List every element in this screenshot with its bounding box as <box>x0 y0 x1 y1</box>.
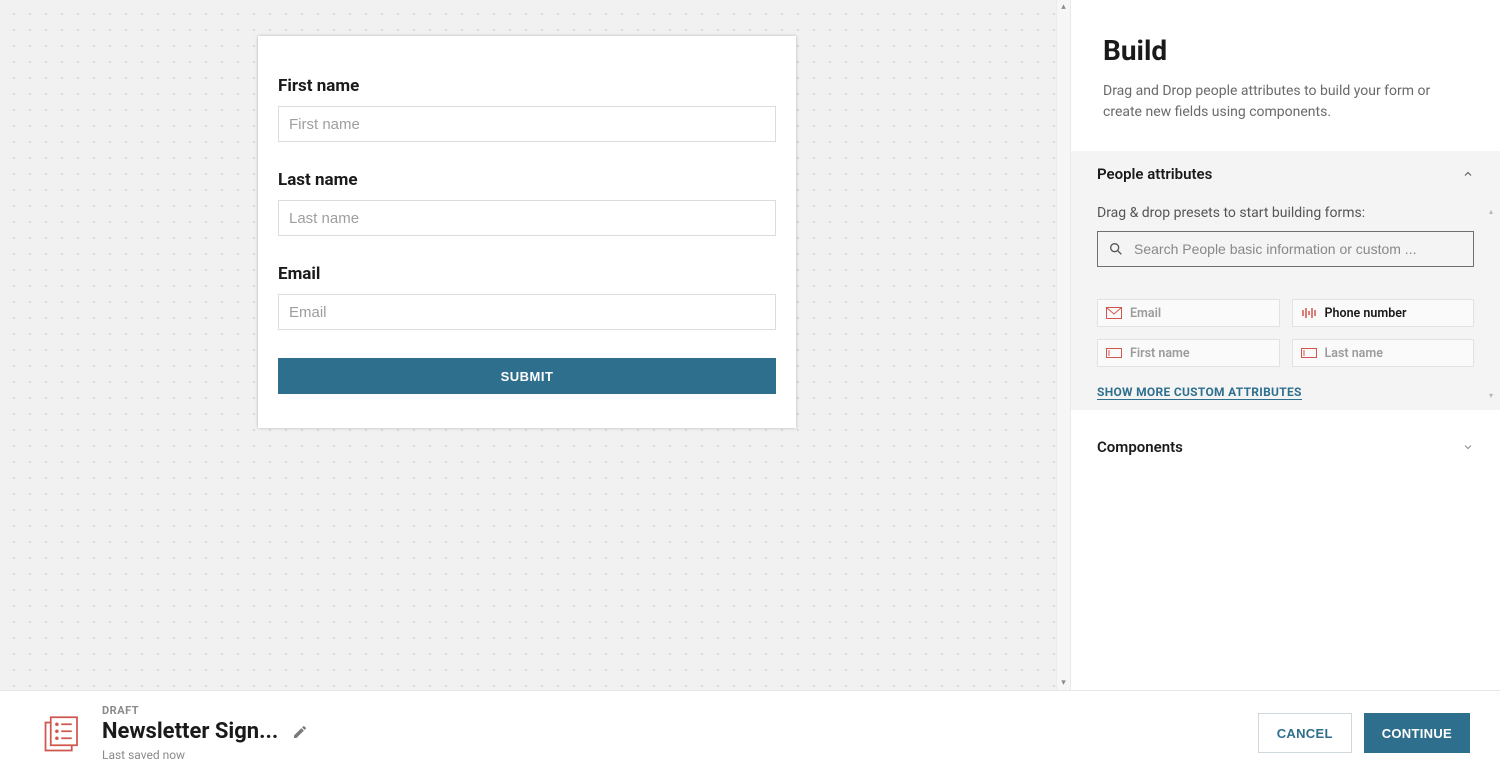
chevron-up-icon <box>1462 168 1474 180</box>
panel-scrollbar[interactable]: ▴▾ <box>1486 207 1496 400</box>
mail-icon <box>1106 307 1122 319</box>
accordion-components[interactable]: Components <box>1071 424 1500 470</box>
field-label: First name <box>278 76 776 96</box>
text-field-icon <box>1106 347 1122 359</box>
scroll-down-icon[interactable]: ▾ <box>1489 391 1493 400</box>
canvas-scrollbar[interactable]: ▴ ▾ <box>1056 0 1070 690</box>
attribute-search[interactable] <box>1097 231 1474 267</box>
scroll-up-icon[interactable]: ▴ <box>1057 0 1070 14</box>
edit-title-icon[interactable] <box>292 724 308 740</box>
bars-icon <box>1301 307 1317 319</box>
form-card[interactable]: First name Last name Email SUBMIT <box>258 36 796 428</box>
accordion-people-attributes[interactable]: People attributes <box>1071 151 1500 197</box>
search-icon <box>1108 241 1124 257</box>
form-canvas[interactable]: First name Last name Email SUBMIT ▴ ▾ <box>0 0 1070 690</box>
main-area: First name Last name Email SUBMIT ▴ ▾ <box>0 0 1500 690</box>
app-root: First name Last name Email SUBMIT ▴ ▾ <box>0 0 1500 775</box>
text-field-icon <box>1301 347 1317 359</box>
email-input[interactable] <box>278 294 776 330</box>
attributes-hint: Drag & drop presets to start building fo… <box>1097 205 1474 221</box>
preset-label: Last name <box>1325 346 1383 361</box>
continue-button[interactable]: CONTINUE <box>1364 713 1470 753</box>
footer-bar: DRAFT Newsletter Sign... Last saved now … <box>0 690 1500 775</box>
first-name-input[interactable] <box>278 106 776 142</box>
preset-first-name[interactable]: First name <box>1097 339 1280 367</box>
field-label: Last name <box>278 170 776 190</box>
form-field-email[interactable]: Email <box>278 264 776 330</box>
submit-button[interactable]: SUBMIT <box>278 358 776 394</box>
sidebar-subtitle: Drag and Drop people attributes to build… <box>1103 81 1468 123</box>
preset-label: First name <box>1130 346 1190 361</box>
footer-actions: CANCEL CONTINUE <box>1258 713 1470 753</box>
preset-email[interactable]: Email <box>1097 299 1280 327</box>
build-sidebar: Build Drag and Drop people attributes to… <box>1070 0 1500 690</box>
accordion-label: Components <box>1097 438 1183 456</box>
accordion-label: People attributes <box>1097 165 1212 183</box>
show-more-attributes-link[interactable]: SHOW MORE CUSTOM ATTRIBUTES <box>1097 385 1302 400</box>
draft-badge: DRAFT <box>102 704 308 717</box>
attribute-search-input[interactable] <box>1134 241 1463 257</box>
footer-left: DRAFT Newsletter Sign... Last saved now <box>42 704 308 762</box>
preset-phone-number[interactable]: Phone number <box>1292 299 1475 327</box>
sidebar-header: Build Drag and Drop people attributes to… <box>1071 0 1500 151</box>
form-title: Newsletter Sign... <box>102 719 278 744</box>
last-saved-text: Last saved now <box>102 748 308 762</box>
footer-meta: DRAFT Newsletter Sign... Last saved now <box>102 704 308 762</box>
scroll-down-icon[interactable]: ▾ <box>1057 676 1070 690</box>
title-row: Newsletter Sign... <box>102 719 308 744</box>
last-name-input[interactable] <box>278 200 776 236</box>
preset-grid: Email Phone number First name Last name <box>1097 299 1474 367</box>
people-attributes-panel: ▴▾ Drag & drop presets to start building… <box>1071 197 1500 410</box>
form-field-first-name[interactable]: First name <box>278 76 776 142</box>
field-label: Email <box>278 264 776 284</box>
chevron-down-icon <box>1462 441 1474 453</box>
preset-last-name[interactable]: Last name <box>1292 339 1475 367</box>
form-field-last-name[interactable]: Last name <box>278 170 776 236</box>
preset-label: Email <box>1130 306 1161 321</box>
scroll-up-icon[interactable]: ▴ <box>1489 207 1493 216</box>
preset-label: Phone number <box>1325 306 1407 321</box>
forms-icon <box>42 712 84 754</box>
sidebar-title: Build <box>1103 34 1468 67</box>
cancel-button[interactable]: CANCEL <box>1258 713 1352 753</box>
